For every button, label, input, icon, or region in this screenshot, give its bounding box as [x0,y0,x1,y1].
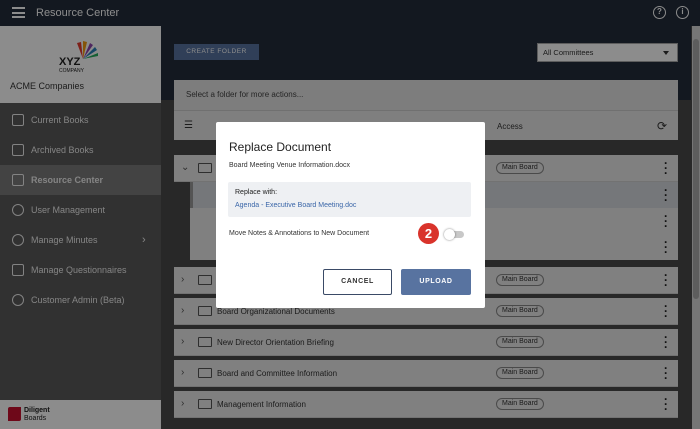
toggle-knob[interactable] [444,229,455,240]
step-marker: 2 [418,223,439,244]
replace-with-file-link[interactable]: Agenda - Executive Board Meeting.doc [235,202,356,209]
upload-button[interactable]: UPLOAD [401,269,471,295]
move-annotations-label: Move Notes & Annotations to New Document [229,230,370,237]
replace-document-dialog: Replace Document Board Meeting Venue Inf… [216,122,485,308]
replace-with-box: Replace with: Agenda - Executive Board M… [228,182,471,217]
dialog-title: Replace Document [229,140,332,154]
cancel-button[interactable]: CANCEL [323,269,392,295]
move-annotations-toggle[interactable] [444,229,464,240]
current-filename: Board Meeting Venue Information.docx [229,162,351,169]
replace-with-label: Replace with: [235,189,278,196]
